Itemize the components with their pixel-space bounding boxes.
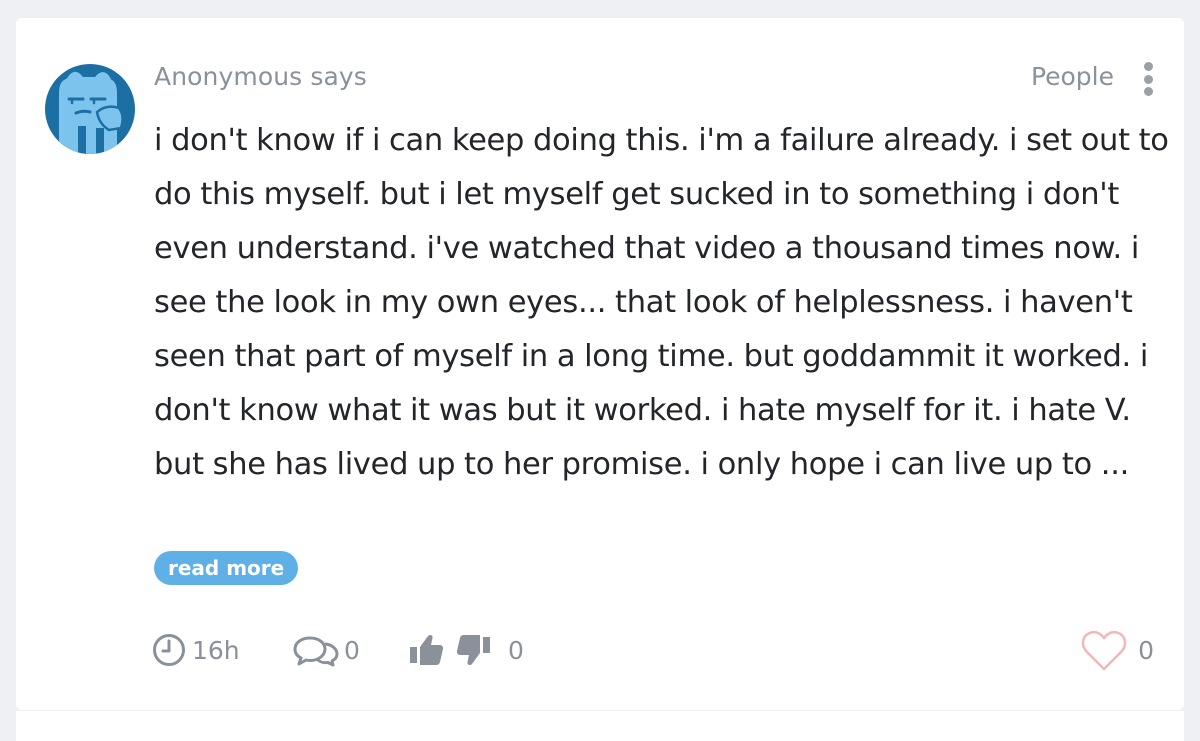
vote-controls: 0	[408, 630, 524, 670]
author-label: Anonymous says	[154, 62, 367, 91]
clock-icon	[153, 634, 185, 666]
vote-score: 0	[508, 635, 524, 665]
post-time: 16h	[152, 630, 240, 670]
comments-button[interactable]: 0	[292, 630, 360, 670]
post-card: Anonymous says People i don't know if i …	[16, 18, 1184, 710]
vertical-dots-icon[interactable]	[1142, 62, 1154, 96]
post-body: i don't know if i can keep doing this. i…	[154, 123, 1169, 482]
speech-bubbles-icon	[293, 636, 339, 667]
thumbs-up-icon[interactable]	[408, 633, 444, 667]
next-card	[16, 711, 1184, 741]
anonymous-avatar-icon	[45, 64, 135, 154]
category-link[interactable]: People	[1031, 62, 1114, 91]
heart-outline-icon[interactable]	[1080, 628, 1128, 672]
comments-count: 0	[344, 635, 360, 665]
time-label: 16h	[192, 635, 240, 665]
thumbs-down-icon[interactable]	[456, 633, 492, 667]
likes-count: 0	[1138, 635, 1154, 665]
like-button[interactable]: 0	[1080, 628, 1154, 672]
read-more-button[interactable]: read more	[154, 551, 299, 585]
